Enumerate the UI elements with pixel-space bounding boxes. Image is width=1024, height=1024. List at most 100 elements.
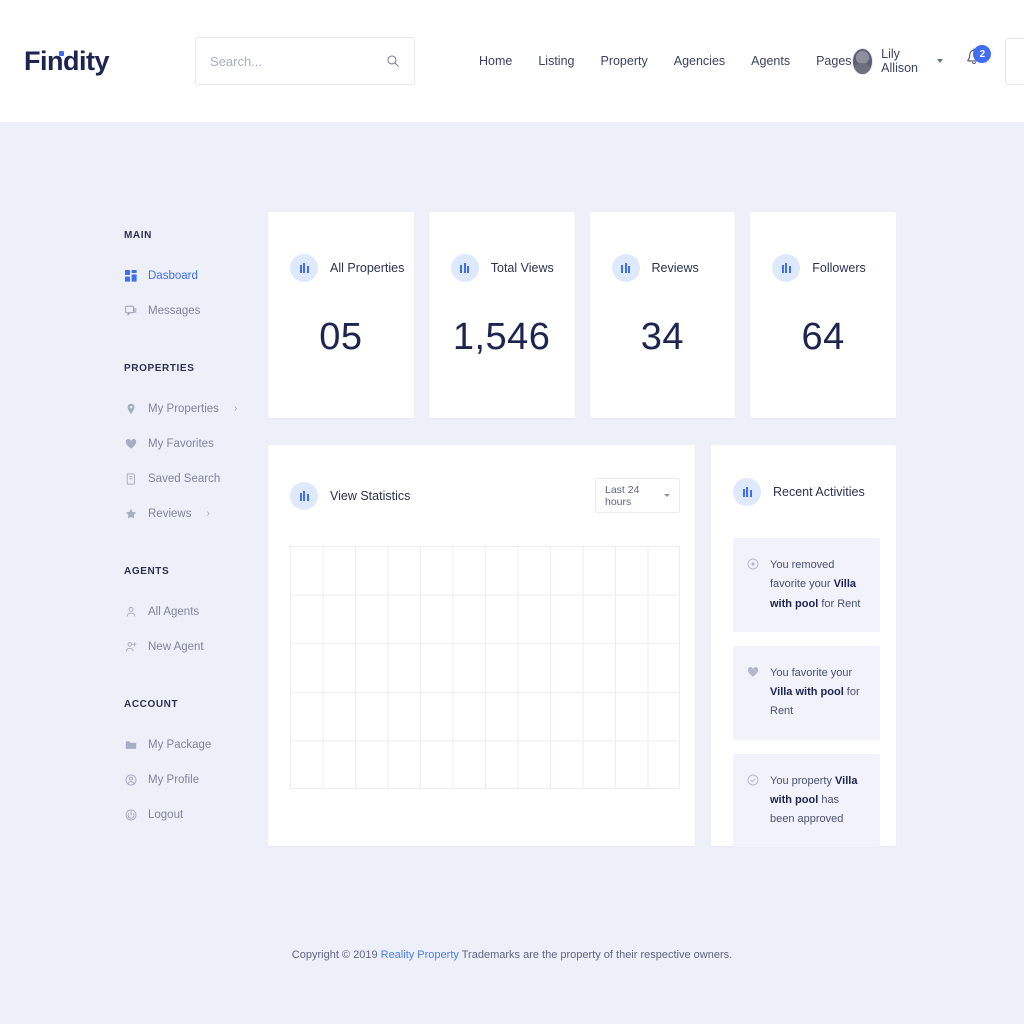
stats-row: All Properties 05 Total Views 1,546 Revi… [268,212,896,418]
panel-header: View Statistics Last 24 hours [290,478,680,513]
sidebar-item-label: My Properties [148,403,219,415]
sidebar-item-messages[interactable]: Messages [124,304,258,317]
heart-icon [124,437,137,450]
chevron-down-icon [664,494,670,497]
sidebar-item-new-agent[interactable]: New Agent [124,640,258,653]
heart-icon [747,665,759,677]
add-property-button[interactable]: Add Property [1005,38,1024,85]
stat-header: Reviews [590,254,736,282]
sidebar-group-agents: AGENTS All Agents [124,566,258,653]
search-field[interactable] [195,37,415,85]
lower-row: View Statistics Last 24 hours Recent Act… [268,445,896,846]
chevron-right-icon: › [234,403,237,414]
sidebar-group-title: ACCOUNT [124,699,258,710]
activity-prefix: You property [770,775,835,787]
stat-value: 05 [268,316,414,359]
activity-item[interactable]: You removed favorite your Villa with poo… [733,538,880,632]
brand-logo-text: Findity [24,46,109,76]
nav-item-agencies[interactable]: Agencies [674,54,725,68]
chevron-down-icon[interactable] [937,59,943,63]
brand-logo-dot [59,51,64,56]
sidebar-item-all-agents[interactable]: All Agents [124,605,258,618]
bar-chart-icon [612,254,640,282]
footer-link[interactable]: Reality Property [381,949,459,961]
nav-item-property[interactable]: Property [600,54,647,68]
stat-card-reviews: Reviews 34 [590,212,736,418]
activity-item[interactable]: You favorite your Villa with pool for Re… [733,646,880,740]
stat-card-all-properties: All Properties 05 [268,212,414,418]
sidebar-item-label: My Package [148,739,211,751]
sidebar-item-label: Dasboard [148,270,198,282]
sidebar-item-label: My Profile [148,774,199,786]
bar-chart-icon [733,478,761,506]
sidebar-item-label: Logout [148,809,183,821]
sidebar-item-label: New Agent [148,641,204,653]
folder-icon [124,738,137,751]
user-menu[interactable]: Lily Allison [852,47,943,75]
chevron-right-icon: › [206,508,209,519]
panel-header-left: Recent Activities [733,478,865,506]
panel-title: View Statistics [330,489,410,503]
sidebar-item-dasboard[interactable]: Dasboard [124,269,258,282]
stat-header: All Properties [268,254,414,282]
user-plus-icon [124,640,137,653]
activity-prefix: You removed favorite your [770,559,834,590]
star-icon [124,507,137,520]
brand-logo[interactable]: Findity [24,46,117,77]
stat-value: 1,546 [429,316,575,359]
footer: Copyright © 2019 Reality Property Tradem… [0,867,1024,987]
stat-value: 64 [750,316,896,359]
grid-icon [124,269,137,282]
footer-prefix: Copyright © 2019 [292,949,381,961]
sidebar-item-logout[interactable]: Logout [124,808,258,821]
sidebar-item-my-package[interactable]: My Package [124,738,258,751]
bar-chart-icon [290,254,318,282]
sidebar-item-my-profile[interactable]: My Profile [124,773,258,786]
time-range-select[interactable]: Last 24 hours [595,478,680,513]
user-name: Lily Allison [881,47,927,75]
main-content: All Properties 05 Total Views 1,546 Revi… [268,212,896,846]
sidebar-group-properties: PROPERTIES My Properties › My Favori [124,363,258,520]
stat-card-followers: Followers 64 [750,212,896,418]
sidebar: MAIN Dasboard [124,212,258,867]
notifications-button[interactable]: 2 [965,47,983,75]
page-body: MAIN Dasboard [0,122,1024,867]
activity-item[interactable]: You property Villa with pool has been ap… [733,754,880,848]
app-header: Findity Home Listing Property Agencies A… [0,0,1024,122]
panel-title: Recent Activities [773,485,865,499]
nav-item-pages[interactable]: Pages [816,54,851,68]
panel-header-left: View Statistics [290,482,410,510]
sidebar-item-label: Messages [148,305,200,317]
sidebar-group-title: AGENTS [124,566,258,577]
stat-label: Reviews [652,261,699,275]
circle-remove-icon [747,557,759,569]
document-icon [124,472,137,485]
search-icon[interactable] [386,54,400,68]
stat-value: 34 [590,316,736,359]
activity-list: You removed favorite your Villa with poo… [733,538,880,847]
stat-header: Total Views [429,254,575,282]
stat-label: All Properties [330,261,404,275]
stat-header: Followers [750,254,896,282]
nav-item-agents[interactable]: Agents [751,54,790,68]
nav-item-home[interactable]: Home [479,54,512,68]
activity-prefix: You favorite your [770,667,852,679]
sidebar-item-my-properties[interactable]: My Properties › [124,402,258,415]
check-circle-icon [747,773,759,785]
sidebar-item-my-favorites[interactable]: My Favorites [124,437,258,450]
panel-header: Recent Activities [733,478,880,506]
sidebar-group-main: MAIN Dasboard [124,230,258,317]
stat-label: Followers [812,261,866,275]
view-statistics-chart [290,546,680,789]
sidebar-group-title: PROPERTIES [124,363,258,374]
nav-item-listing[interactable]: Listing [538,54,574,68]
activity-text: You property Villa with pool has been ap… [770,772,864,830]
sidebar-item-label: All Agents [148,606,199,618]
sidebar-item-saved-search[interactable]: Saved Search [124,472,258,485]
sidebar-item-reviews[interactable]: Reviews › [124,507,258,520]
activity-text: You removed favorite your Villa with poo… [770,556,864,614]
search-input[interactable] [210,54,386,69]
profile-circle-icon [124,773,137,786]
main-navigation: Home Listing Property Agencies Agents Pa… [479,54,852,68]
sidebar-item-label: My Favorites [148,438,214,450]
